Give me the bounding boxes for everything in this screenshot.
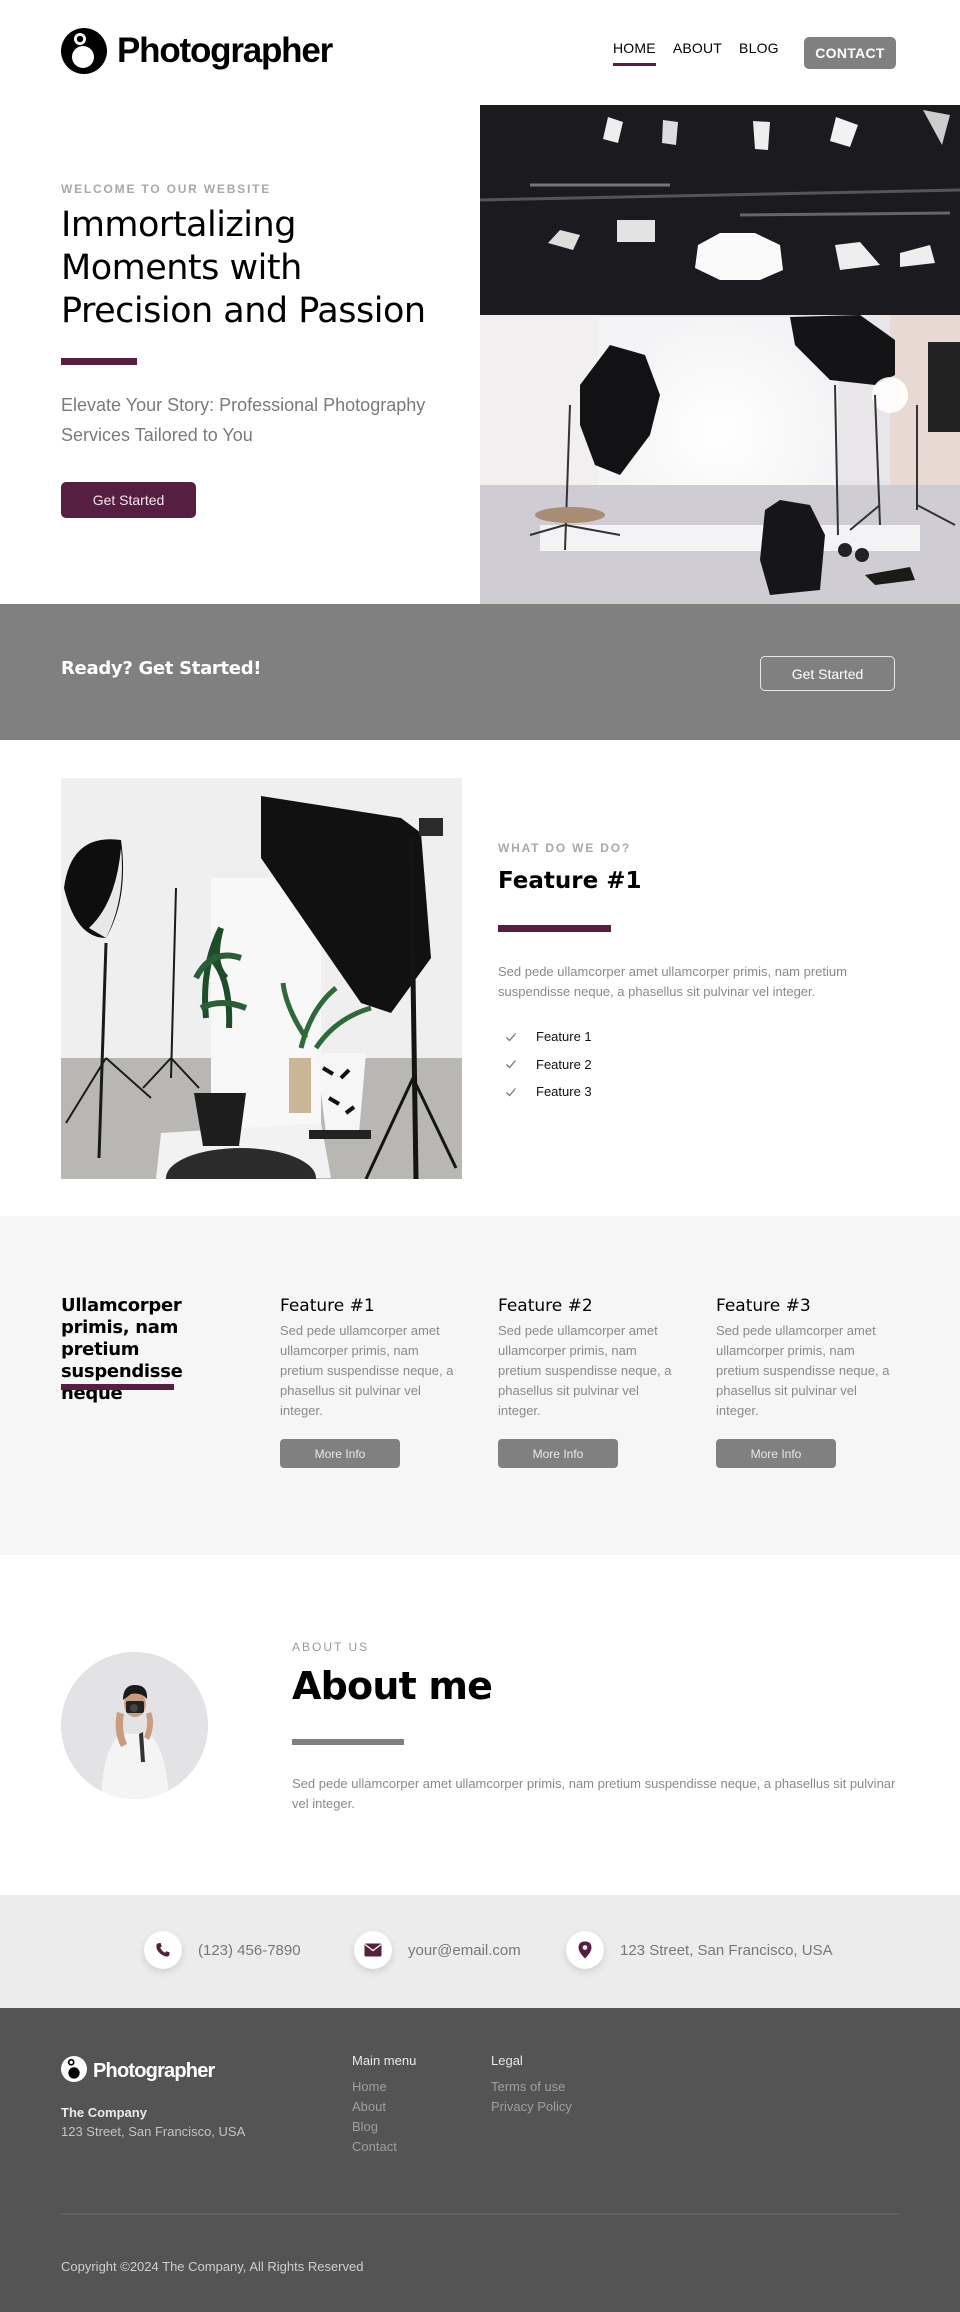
cta-band-get-started-button[interactable]: Get Started (760, 656, 895, 691)
hero-get-started-button[interactable]: Get Started (61, 482, 196, 518)
footer-link-blog[interactable]: Blog (352, 2117, 416, 2137)
check-icon (505, 1086, 517, 1098)
contact-phone-text[interactable]: (123) 456-7890 (198, 1942, 301, 1959)
feature-eyebrow: WHAT DO WE DO? (498, 841, 631, 855)
footer-copyright: Copyright ©2024 The Company, All Rights … (61, 2259, 364, 2274)
feature-list-item: Feature 1 (505, 1023, 592, 1051)
feature-card-text: Sed pede ullamcorper amet ullamcorper pr… (498, 1323, 672, 1418)
feature-card-title: Feature #2 (498, 1296, 593, 1316)
map-pin-icon (566, 1931, 604, 1969)
contact-strip: (123) 456-7890 your@email.com 123 Street… (0, 1895, 960, 2008)
feature-description: Sed pede ullamcorper amet ullamcorper pr… (498, 964, 847, 999)
about-title: About me (292, 1664, 493, 1708)
hero-eyebrow: WELCOME TO OUR WEBSITE (61, 182, 272, 196)
nav-blog[interactable]: BLOG (739, 40, 779, 66)
contact-email-text[interactable]: your@email.com (408, 1942, 521, 1959)
hero-studio-image (480, 105, 960, 604)
features-grid-accent-bar (61, 1384, 174, 1390)
feature-list-label: Feature 1 (536, 1029, 592, 1045)
features-grid-section: Ullamcorper primis, nam pretium suspendi… (0, 1216, 960, 1555)
envelope-icon (354, 1931, 392, 1969)
footer-legal-menu: Legal Terms of use Privacy Policy (491, 2053, 572, 2117)
contact-address: 123 Street, San Francisco, USA (566, 1931, 833, 1969)
feature-studio-image (61, 778, 462, 1179)
footer-logo-icon (61, 2056, 87, 2087)
footer-link-contact[interactable]: Contact (352, 2137, 416, 2157)
contact-address-text: 123 Street, San Francisco, USA (620, 1941, 833, 1959)
feature-list-item: Feature 2 (505, 1051, 592, 1079)
phone-icon (144, 1931, 182, 1969)
contact-email: your@email.com (354, 1931, 521, 1969)
about-eyebrow: ABOUT US (292, 1640, 370, 1654)
feature-list-label: Feature 3 (536, 1084, 592, 1100)
footer-link-about[interactable]: About (352, 2097, 416, 2117)
footer-company-name: The Company (61, 2105, 147, 2120)
main-nav: HOME ABOUT BLOG (613, 40, 779, 66)
feature-card-text: Sed pede ullamcorper amet ullamcorper pr… (280, 1323, 454, 1418)
more-info-button[interactable]: More Info (498, 1439, 618, 1468)
about-text: Sed pede ullamcorper amet ullamcorper pr… (292, 1776, 896, 1811)
contact-phone: (123) 456-7890 (144, 1931, 301, 1969)
site-header: Photographer HOME ABOUT BLOG CONTACT (0, 0, 960, 105)
logo-icon (61, 28, 107, 74)
feature-list-label: Feature 2 (536, 1056, 592, 1072)
feature-card-text: Sed pede ullamcorper amet ullamcorper pr… (716, 1323, 890, 1418)
footer-link-terms[interactable]: Terms of use (491, 2077, 572, 2097)
check-icon (505, 1031, 517, 1043)
feature-check-list: Feature 1 Feature 2 Feature 3 (505, 1023, 592, 1106)
footer-main-menu-title: Main menu (352, 2053, 417, 2068)
site-footer: Photographer The Company 123 Street, San… (0, 2008, 960, 2312)
feature-card: Feature #3 Sed pede ullamcorper amet ull… (716, 1296, 894, 1468)
feature-card-title: Feature #3 (716, 1296, 811, 1316)
feature-accent-bar (498, 925, 611, 932)
footer-main-menu: Main menu Home About Blog Contact (352, 2053, 416, 2157)
cta-band: Ready? Get Started! Get Started (0, 604, 960, 740)
nav-home[interactable]: HOME (613, 40, 656, 66)
feature-title: Feature #1 (498, 868, 642, 894)
footer-divider (61, 2213, 899, 2215)
about-accent-bar (292, 1739, 404, 1745)
footer-legal-title: Legal (491, 2053, 523, 2068)
hero-accent-bar (61, 358, 137, 365)
more-info-button[interactable]: More Info (280, 1439, 400, 1468)
nav-about[interactable]: ABOUT (673, 40, 722, 66)
hero-subtitle: Elevate Your Story: Professional Photogr… (61, 395, 426, 445)
hero-title: Immortalizing Moments with Precision and… (61, 205, 426, 331)
footer-address: 123 Street, San Francisco, USA (61, 2124, 246, 2139)
more-info-button[interactable]: More Info (716, 1439, 836, 1468)
footer-link-home[interactable]: Home (352, 2077, 416, 2097)
brand-logo[interactable]: Photographer (61, 28, 333, 74)
contact-button[interactable]: CONTACT (804, 37, 896, 69)
feature-list-item: Feature 3 (505, 1078, 592, 1106)
brand-name: Photographer (117, 31, 333, 70)
feature-card: Feature #1 Sed pede ullamcorper amet ull… (280, 1296, 458, 1468)
cta-band-text: Ready? Get Started! (61, 658, 262, 679)
about-avatar-photo (61, 1652, 208, 1799)
footer-link-privacy[interactable]: Privacy Policy (491, 2097, 572, 2117)
check-icon (505, 1058, 517, 1070)
footer-brand-logo[interactable]: Photographer (61, 2056, 215, 2087)
feature-card-title: Feature #1 (280, 1296, 375, 1316)
feature-card: Feature #2 Sed pede ullamcorper amet ull… (498, 1296, 676, 1468)
footer-brand-name: Photographer (93, 2060, 215, 2082)
